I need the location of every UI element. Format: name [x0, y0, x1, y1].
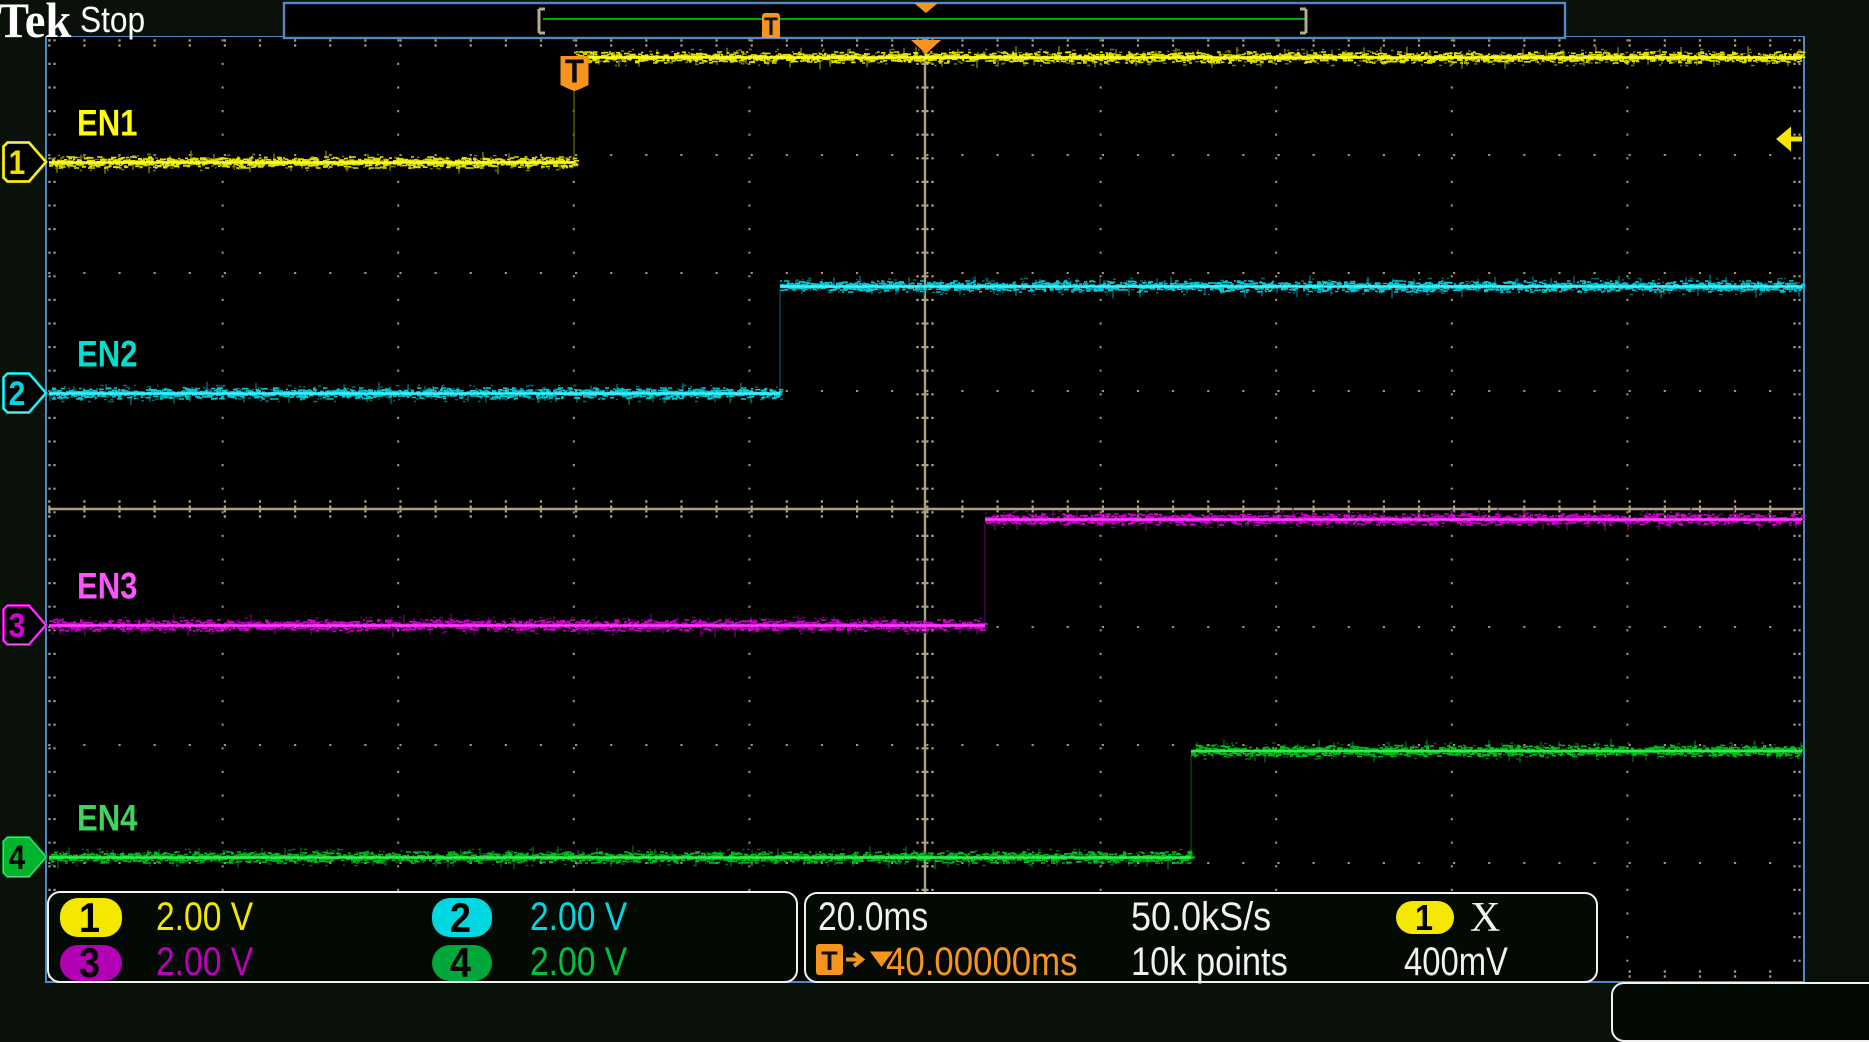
svg-text:1: 1 [9, 143, 26, 181]
svg-text:EN1: EN1 [77, 103, 137, 144]
svg-text:T: T [821, 946, 838, 976]
svg-text:2: 2 [9, 374, 26, 412]
svg-text:T: T [565, 53, 584, 90]
svg-text:EN3: EN3 [77, 566, 137, 607]
svg-text:EN4: EN4 [77, 798, 137, 839]
svg-text:3: 3 [9, 606, 26, 644]
svg-text:4: 4 [9, 838, 26, 876]
svg-text:EN2: EN2 [77, 334, 137, 375]
svg-text:T: T [764, 13, 778, 41]
